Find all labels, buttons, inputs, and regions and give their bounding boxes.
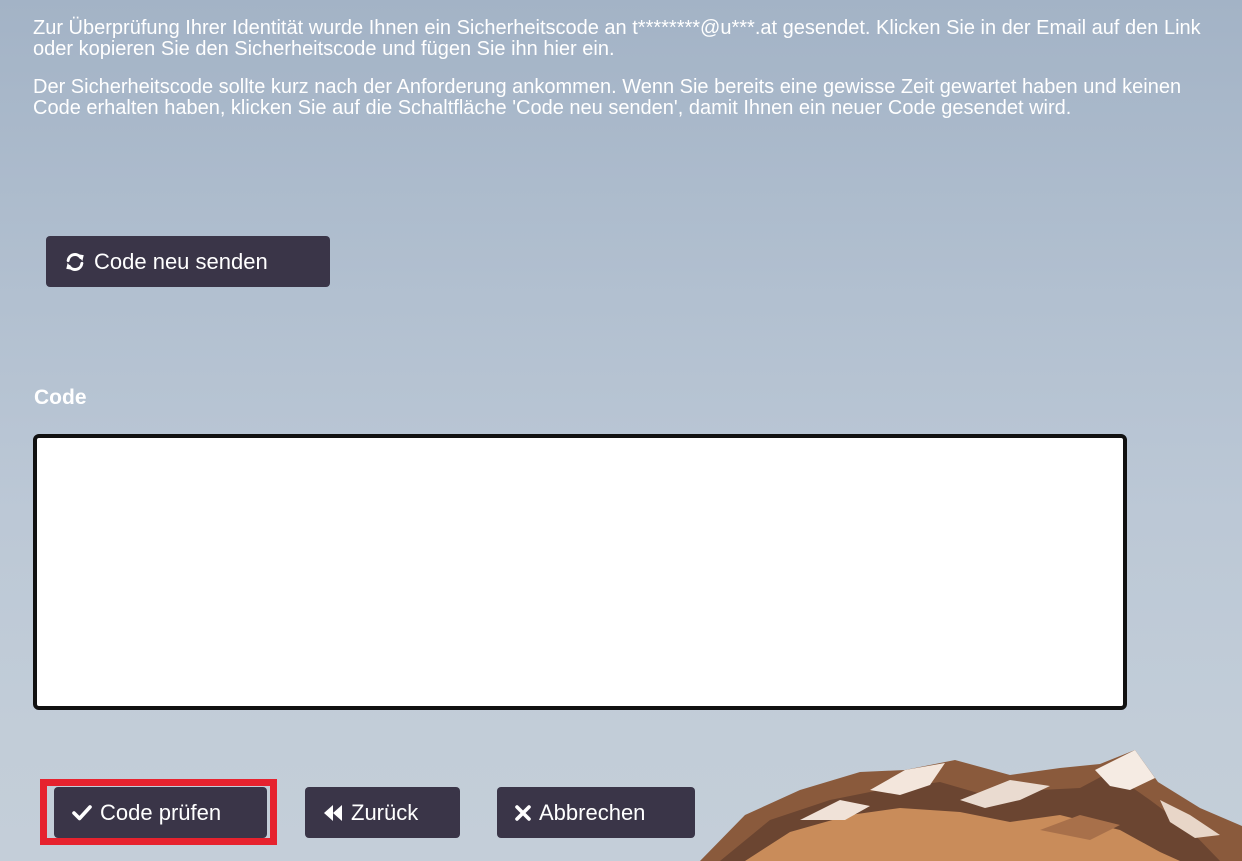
back-label: Zurück <box>351 799 419 825</box>
check-code-button[interactable]: Code prüfen <box>54 787 267 838</box>
intro-paragraph-code-sent: Zur Überprüfung Ihrer Identität wurde Ih… <box>33 17 1201 60</box>
resend-code-label: Code neu senden <box>94 248 268 274</box>
code-field-label: Code <box>34 386 87 409</box>
refresh-icon <box>64 251 86 273</box>
double-chevron-left-icon <box>323 804 343 822</box>
intro-text: Zur Überprüfung Ihrer Identität wurde Ih… <box>33 18 1228 136</box>
intro-paragraph-resend-hint: Der Sicherheitscode sollte kurz nach der… <box>33 76 1182 119</box>
check-icon <box>72 804 92 822</box>
check-code-label: Code prüfen <box>100 799 222 825</box>
cancel-label: Abbrechen <box>539 799 646 825</box>
close-icon <box>515 804 531 821</box>
code-input[interactable] <box>33 434 1127 710</box>
back-button[interactable]: Zurück <box>305 787 460 838</box>
resend-code-button[interactable]: Code neu senden <box>46 236 330 287</box>
cancel-button[interactable]: Abbrechen <box>497 787 695 838</box>
